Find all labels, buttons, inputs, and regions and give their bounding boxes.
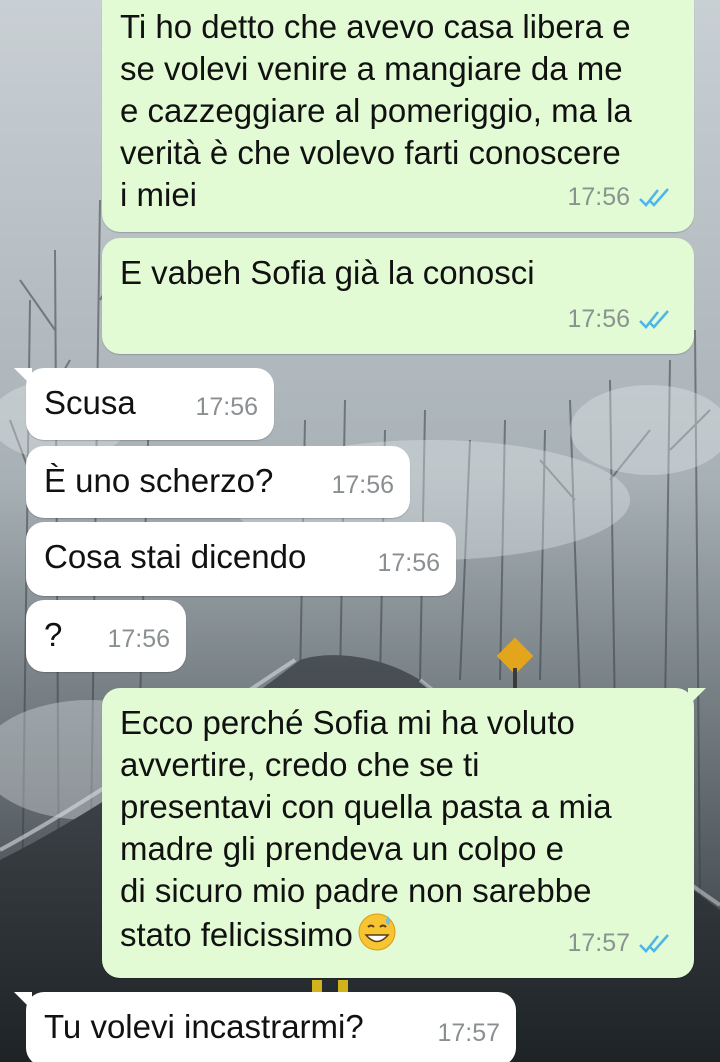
message-meta: 17:56	[567, 298, 672, 340]
message-text: E vabeh Sofia già la conosci	[120, 254, 535, 291]
message-time: 17:56	[331, 471, 394, 499]
bubble-tail	[688, 688, 706, 706]
message-time: 17:56	[195, 393, 258, 421]
message-bubble-incoming[interactable]: È uno scherzo? 17:56	[26, 446, 410, 518]
message-time: 17:56	[567, 183, 630, 211]
double-check-read-icon	[639, 310, 669, 329]
message-meta: 17:56	[567, 176, 672, 218]
grinning-face-with-sweat-icon	[358, 913, 396, 951]
message-bubble-incoming[interactable]: Scusa 17:56	[14, 368, 274, 440]
message-bubble-incoming[interactable]: Cosa stai dicendo 17:56	[26, 522, 456, 596]
message-meta: 17:56	[107, 618, 170, 660]
message-time: 17:56	[377, 549, 440, 577]
bubble-tail	[14, 992, 32, 1010]
message-bubble-incoming[interactable]: ? 17:56	[26, 600, 186, 672]
message-time: 17:57	[437, 1019, 500, 1047]
message-time: 17:57	[567, 929, 630, 957]
message-meta: 17:56	[331, 464, 394, 506]
bubble-tail	[14, 368, 32, 386]
message-time: 17:56	[567, 305, 630, 333]
message-time: 17:56	[107, 625, 170, 653]
message-meta: 17:56	[377, 542, 440, 584]
message-meta: 17:56	[195, 386, 258, 428]
message-meta: 17:57	[437, 1012, 500, 1054]
message-bubble-incoming[interactable]: Tu volevi incastrarmi? 17:57	[14, 992, 516, 1062]
message-bubble-outgoing[interactable]: Ti ho detto che avevo casa libera e se v…	[102, 0, 694, 232]
message-text: Ecco perché Sofia mi ha voluto avvertire…	[120, 702, 672, 956]
message-meta: 17:57	[567, 922, 672, 964]
message-bubble-outgoing[interactable]: Ecco perché Sofia mi ha voluto avvertire…	[102, 688, 706, 978]
double-check-read-icon	[639, 934, 669, 953]
message-bubble-outgoing[interactable]: E vabeh Sofia già la conosci 17:56	[102, 238, 694, 354]
double-check-read-icon	[639, 188, 669, 207]
